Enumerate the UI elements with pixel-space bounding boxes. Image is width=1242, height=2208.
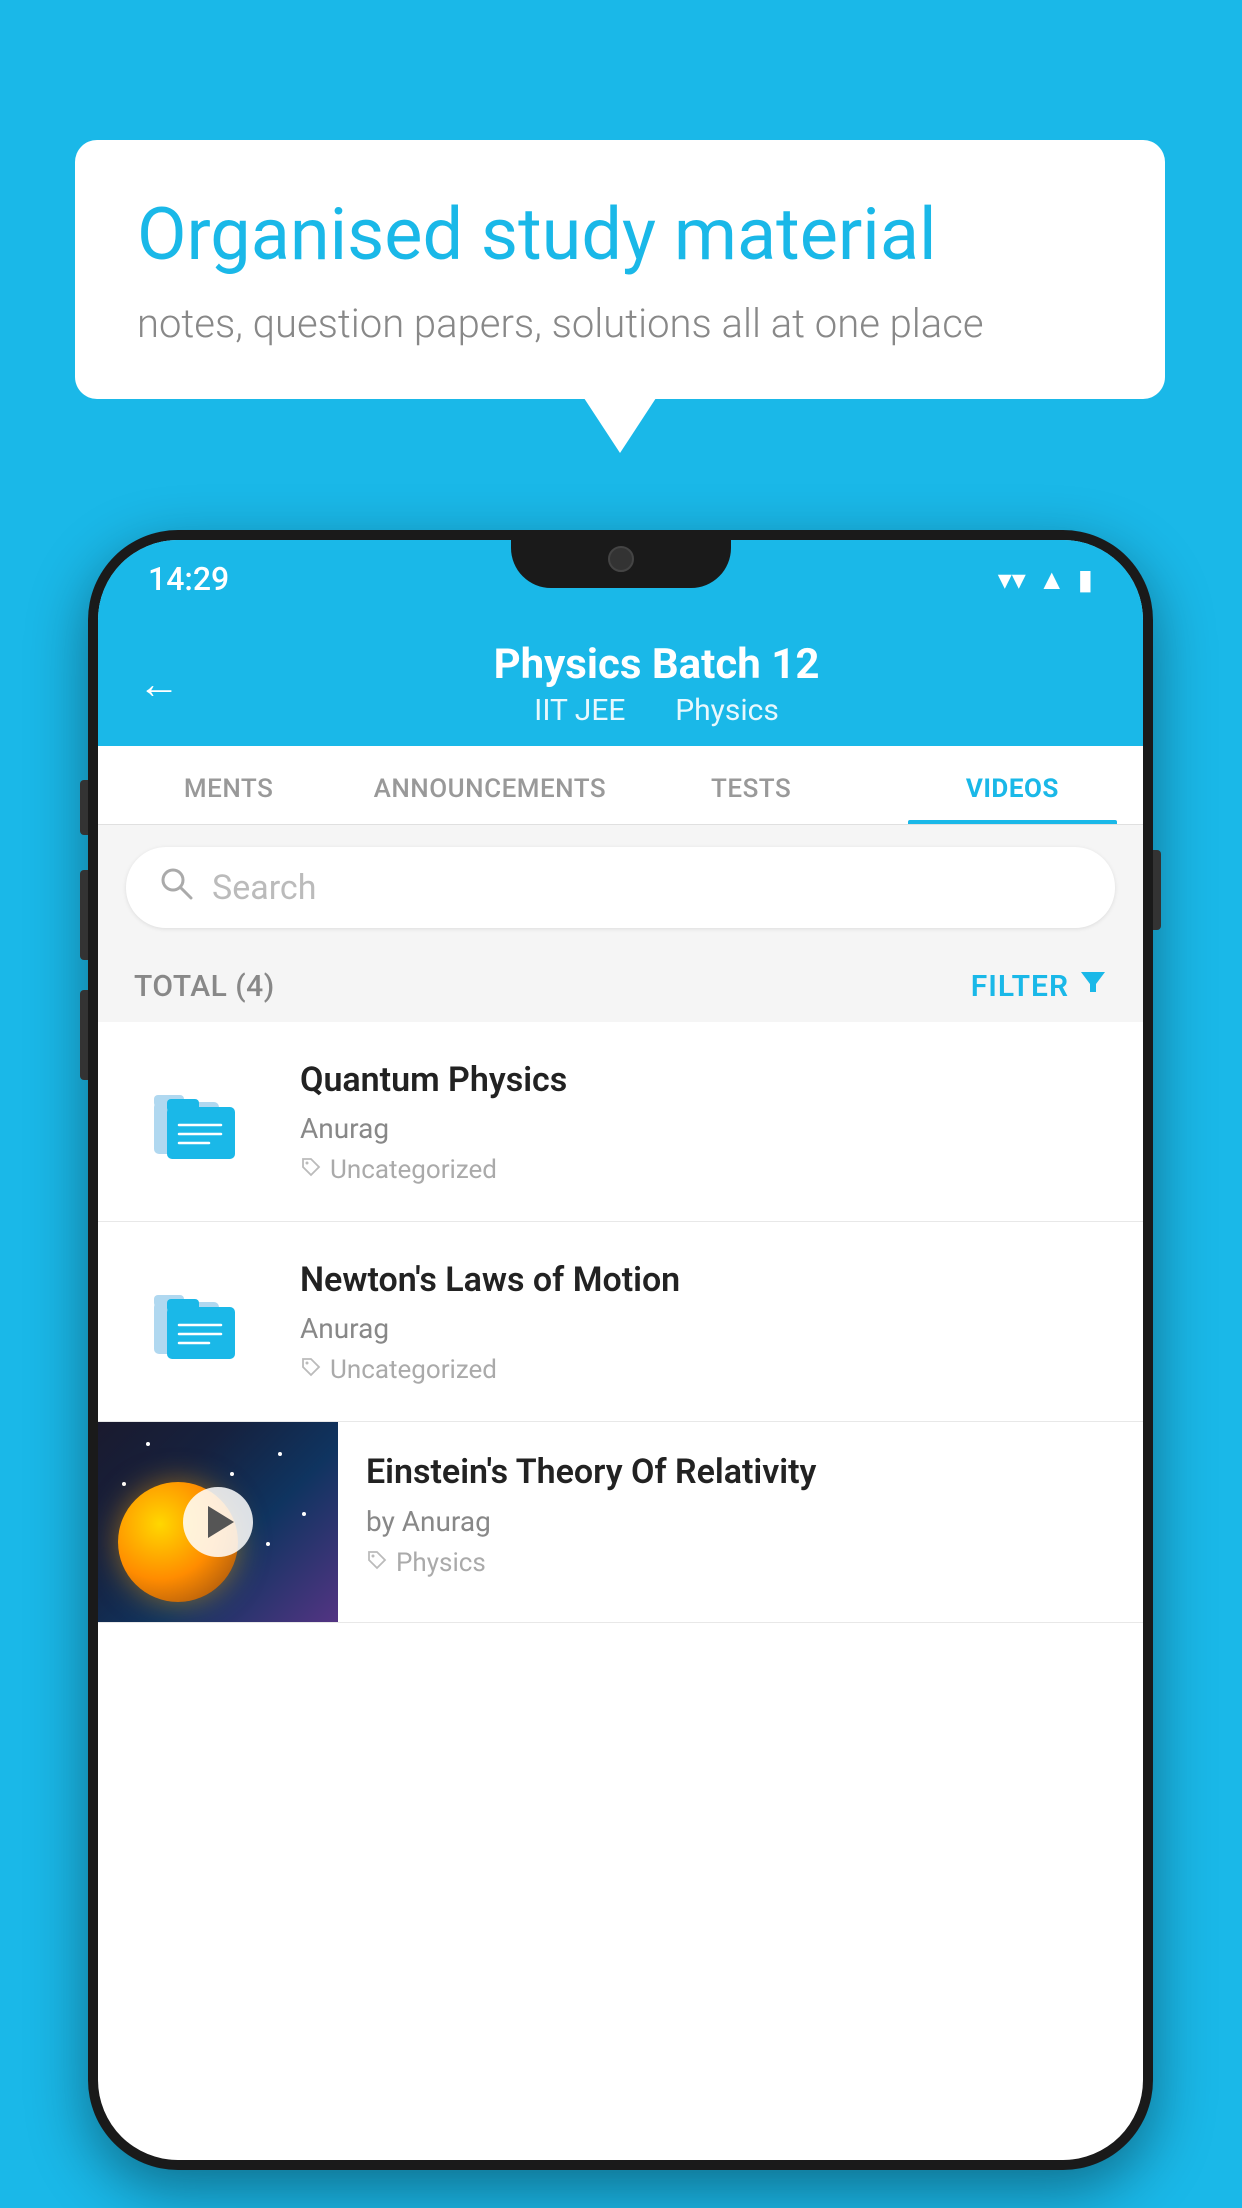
header-title: Physics Batch 12 (210, 640, 1103, 689)
headline: Organised study material (137, 192, 1103, 278)
battery-icon: ▮ (1078, 563, 1093, 596)
filter-icon (1079, 968, 1107, 1004)
play-button[interactable] (183, 1487, 253, 1557)
app-header-content: ← Physics Batch 12 IIT JEE Physics (98, 618, 1143, 746)
video-author-3: by Anurag (366, 1505, 1115, 1538)
total-count: TOTAL (4) (134, 969, 275, 1004)
speech-bubble: Organised study material notes, question… (75, 140, 1165, 399)
phone-outer: 14:29 ▾▾ ▲ ▮ ← Physics Batch 12 IIT JEE (88, 530, 1153, 2170)
video-list: Quantum Physics Anurag Uncategorized (98, 1022, 1143, 1623)
tabs-bar: MENTS ANNOUNCEMENTS TESTS VIDEOS (98, 746, 1143, 825)
video-title-2: Newton's Laws of Motion (300, 1258, 1107, 1302)
search-bar[interactable]: Search (126, 847, 1115, 928)
volume-down-button (80, 990, 88, 1080)
tab-videos[interactable]: VIDEOS (882, 746, 1143, 824)
wifi-icon: ▾▾ (998, 563, 1026, 596)
video-author-1: Anurag (300, 1112, 1107, 1145)
video-tag-1: Uncategorized (300, 1155, 1107, 1185)
list-item[interactable]: Quantum Physics Anurag Uncategorized (98, 1022, 1143, 1222)
phone-wrapper: 14:29 ▾▾ ▲ ▮ ← Physics Batch 12 IIT JEE (88, 530, 1153, 2170)
subtext: notes, question papers, solutions all at… (137, 300, 1103, 347)
header-subtitle: IIT JEE Physics (210, 693, 1103, 728)
video-thumbnail-3 (98, 1422, 338, 1622)
subtitle-part2: Physics (675, 693, 779, 728)
notch (511, 530, 731, 588)
list-item[interactable]: Newton's Laws of Motion Anurag Uncategor… (98, 1222, 1143, 1422)
video-tag-text-3: Physics (396, 1548, 486, 1578)
video-tag-2: Uncategorized (300, 1355, 1107, 1385)
filter-label: FILTER (971, 969, 1069, 1004)
tag-icon-1 (300, 1156, 322, 1184)
folder-thumb-1 (134, 1067, 264, 1177)
video-info-3: Einstein's Theory Of Relativity by Anura… (338, 1422, 1143, 1605)
list-item[interactable]: Einstein's Theory Of Relativity by Anura… (98, 1422, 1143, 1623)
volume-up-button (80, 870, 88, 960)
front-camera (608, 546, 634, 572)
volume-silent-button (80, 780, 88, 835)
folder-thumb-2 (134, 1267, 264, 1377)
video-author-2: Anurag (300, 1312, 1107, 1345)
search-icon (158, 865, 194, 910)
video-title-1: Quantum Physics (300, 1058, 1107, 1102)
video-info-2: Newton's Laws of Motion Anurag Uncategor… (300, 1258, 1107, 1385)
status-time: 14:29 (148, 560, 229, 598)
speech-bubble-container: Organised study material notes, question… (75, 140, 1165, 399)
tab-tests[interactable]: TESTS (621, 746, 882, 824)
tab-announcements[interactable]: ANNOUNCEMENTS (359, 746, 620, 824)
tag-icon-3 (366, 1549, 388, 1577)
tab-ments[interactable]: MENTS (98, 746, 359, 824)
signal-icon: ▲ (1038, 563, 1066, 596)
video-tag-text-1: Uncategorized (330, 1155, 497, 1185)
subtitle-part1: IIT JEE (534, 693, 625, 728)
search-placeholder: Search (212, 868, 316, 908)
search-container: Search (98, 825, 1143, 950)
tag-icon-2 (300, 1356, 322, 1384)
video-info-1: Quantum Physics Anurag Uncategorized (300, 1058, 1107, 1185)
back-button[interactable]: ← (138, 660, 180, 709)
status-icons: ▾▾ ▲ ▮ (998, 563, 1093, 596)
video-tag-text-2: Uncategorized (330, 1355, 497, 1385)
phone-screen: 14:29 ▾▾ ▲ ▮ ← Physics Batch 12 IIT JEE (98, 540, 1143, 2160)
video-tag-3: Physics (366, 1548, 1115, 1578)
filter-bar: TOTAL (4) FILTER (98, 950, 1143, 1022)
video-title-3: Einstein's Theory Of Relativity (366, 1450, 1115, 1494)
play-triangle-icon (208, 1506, 234, 1538)
header-title-area: Physics Batch 12 IIT JEE Physics (210, 640, 1103, 728)
power-button (1153, 850, 1161, 930)
filter-button[interactable]: FILTER (971, 968, 1107, 1004)
